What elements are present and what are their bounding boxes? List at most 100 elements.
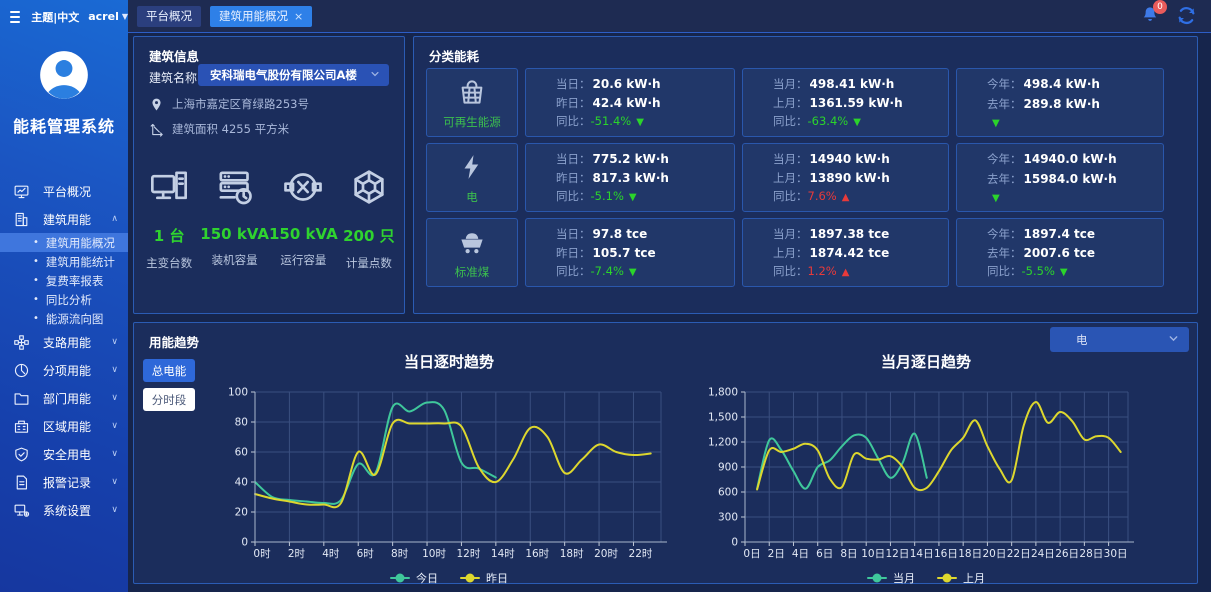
stat-label: 上月： <box>773 171 808 185</box>
sidebar-item-label: 区域用能 <box>43 418 91 435</box>
ratio-line: 同比：1.2%▲ <box>773 263 948 279</box>
building-name-value: 安科瑞电气股份有限公司A楼 <box>210 67 357 83</box>
trend-buttons: 总电能分时段 <box>143 359 195 417</box>
sidebar-item-label: 平台概况 <box>43 183 91 200</box>
sidebar-subitem[interactable]: •建筑用能概况 <box>0 233 128 252</box>
sidebar-item[interactable]: 安全用电∨ <box>0 440 128 468</box>
stat-line: 去年：15984.0 kW·h <box>987 171 1163 187</box>
sidebar-item[interactable]: 系统设置∨ <box>0 496 128 524</box>
building-stat-value: 150 kVA <box>269 225 338 243</box>
sidebar-subitem-label: 建筑用能统计 <box>46 254 115 270</box>
sidebar-subitem-label: 同比分析 <box>46 292 92 308</box>
legend-item[interactable]: 今日 <box>390 570 438 586</box>
sidebar-item[interactable]: 部门用能∨ <box>0 384 128 412</box>
legend-dot <box>396 574 405 583</box>
sidebar-item[interactable]: 报警记录∨ <box>0 468 128 496</box>
svg-text:26日: 26日 <box>1055 548 1079 560</box>
ratio-label: 同比： <box>773 114 808 128</box>
tab[interactable]: 平台概况 <box>137 6 201 27</box>
sidebar-subitem[interactable]: •建筑用能统计 <box>0 252 128 271</box>
transformer-icon <box>138 167 200 210</box>
down-triangle-icon: ▼ <box>992 118 1000 129</box>
building-area: 建筑面积 4255 平方米 <box>172 121 289 137</box>
close-icon[interactable]: × <box>294 10 303 23</box>
legend-item[interactable]: 昨日 <box>460 570 508 586</box>
stat-label: 当日： <box>556 152 591 166</box>
svg-text:4日: 4日 <box>792 548 809 560</box>
chevron-up-icon: ∧ <box>111 214 118 224</box>
svg-text:40: 40 <box>235 477 248 489</box>
energy-dashboard: 主题|中文 acrel ▼ 能耗管理系统 平台概况建筑用能∧•建筑用能概况•建筑… <box>0 0 1211 592</box>
notification-bell-icon[interactable]: 0 <box>1140 5 1160 28</box>
building-stat-value: 1 台 <box>138 225 200 246</box>
svg-text:18时: 18时 <box>560 548 584 560</box>
svg-text:20: 20 <box>235 507 248 519</box>
building-name-select[interactable]: 安科瑞电气股份有限公司A楼 <box>198 64 389 86</box>
trend-mode-button[interactable]: 分时段 <box>143 388 195 411</box>
ratio-label: 同比： <box>556 264 591 278</box>
subentry-energy-icon <box>13 362 30 379</box>
hamburger-menu-icon[interactable] <box>10 8 20 26</box>
svg-text:30日: 30日 <box>1104 548 1128 560</box>
category-stat-card: 当月：1897.38 tce上月：1874.42 tce同比：1.2%▲ <box>742 218 949 287</box>
sidebar-subitem[interactable]: •能源流向图 <box>0 309 128 328</box>
energy-trend-title: 用能趋势 <box>149 332 199 351</box>
theme-language-toggle[interactable]: 主题|中文 <box>31 9 79 25</box>
refresh-icon[interactable] <box>1176 5 1197 29</box>
stat-value: 2007.6 tce <box>1024 246 1095 260</box>
building-stat: 150 kVA运行容量 <box>269 167 338 271</box>
energy-type-select[interactable]: 电 <box>1050 327 1189 352</box>
down-triangle-icon: ▼ <box>629 267 637 278</box>
chevron-down-icon: ∨ <box>111 365 118 375</box>
area-icon <box>149 122 164 137</box>
svg-text:1,500: 1,500 <box>708 412 738 424</box>
stat-value: 775.2 kW·h <box>593 152 669 166</box>
svg-text:28日: 28日 <box>1079 548 1103 560</box>
category-icon-card: 可再生能源 <box>426 68 518 137</box>
electricity-icon <box>457 152 487 185</box>
sidebar-item[interactable]: 区域用能∨ <box>0 412 128 440</box>
svg-text:900: 900 <box>718 462 738 474</box>
legend-item[interactable]: 当月 <box>867 570 915 586</box>
category-stat-card: 当月：498.41 kW·h上月：1361.59 kW·h同比：-63.4%▼ <box>742 68 949 137</box>
building-info-title: 建筑信息 <box>149 46 199 65</box>
svg-text:80: 80 <box>235 417 248 429</box>
category-stat-card: 当日：20.6 kW·h昨日：42.4 kW·h同比：-51.4%▼ <box>525 68 735 137</box>
stat-line: 当月：1897.38 tce <box>773 226 948 242</box>
stat-line: 当日：97.8 tce <box>556 226 734 242</box>
ratio-line: 同比：-5.5%▼ <box>987 263 1163 279</box>
stat-line: 今年：498.4 kW·h <box>987 76 1163 92</box>
legend-marker <box>460 577 480 579</box>
down-triangle-icon: ▼ <box>629 192 637 203</box>
chart-legend: 今日 昨日 <box>229 570 669 586</box>
stat-line: 去年：2007.6 tce <box>987 245 1163 261</box>
building-info-panel: 建筑信息 建筑名称： 安科瑞电气股份有限公司A楼 上海市嘉定区育绿路253号 建… <box>133 36 405 314</box>
series-line-今日 <box>255 402 496 504</box>
category-icon-card: 标准煤 <box>426 218 518 287</box>
region-energy-icon <box>13 418 30 435</box>
ratio-value: -5.1% <box>591 189 624 203</box>
sidebar-item[interactable]: 平台概况 <box>0 177 128 205</box>
trend-mode-button[interactable]: 总电能 <box>143 359 195 382</box>
stat-line: 今年：1897.4 tce <box>987 226 1163 242</box>
legend-item[interactable]: 上月 <box>937 570 985 586</box>
user-menu[interactable]: acrel ▼ <box>88 10 128 23</box>
svg-text:22日: 22日 <box>1007 548 1031 560</box>
sidebar-item[interactable]: 支路用能∨ <box>0 328 128 356</box>
tab[interactable]: 建筑用能概况× <box>210 6 312 27</box>
stat-value: 20.6 kW·h <box>593 77 661 91</box>
legend-label: 当月 <box>893 570 915 586</box>
sidebar-subitem[interactable]: •复费率报表 <box>0 271 128 290</box>
metering-points-icon <box>338 167 400 210</box>
svg-text:12时: 12时 <box>457 548 481 560</box>
svg-text:600: 600 <box>718 487 738 499</box>
chart-title: 当月逐日趋势 <box>701 351 1151 371</box>
sidebar-item[interactable]: 分项用能∨ <box>0 356 128 384</box>
svg-text:1,800: 1,800 <box>708 387 738 399</box>
sidebar-subitem[interactable]: •同比分析 <box>0 290 128 309</box>
sidebar-item[interactable]: 建筑用能∧ <box>0 205 128 233</box>
building-energy-icon <box>13 211 30 228</box>
topbar-icons: 0 <box>1140 0 1197 33</box>
sidebar-menu: 平台概况建筑用能∧•建筑用能概况•建筑用能统计•复费率报表•同比分析•能源流向图… <box>0 177 128 524</box>
category-rows: 可再生能源当日：20.6 kW·h昨日：42.4 kW·h同比：-51.4%▼当… <box>426 68 1164 293</box>
